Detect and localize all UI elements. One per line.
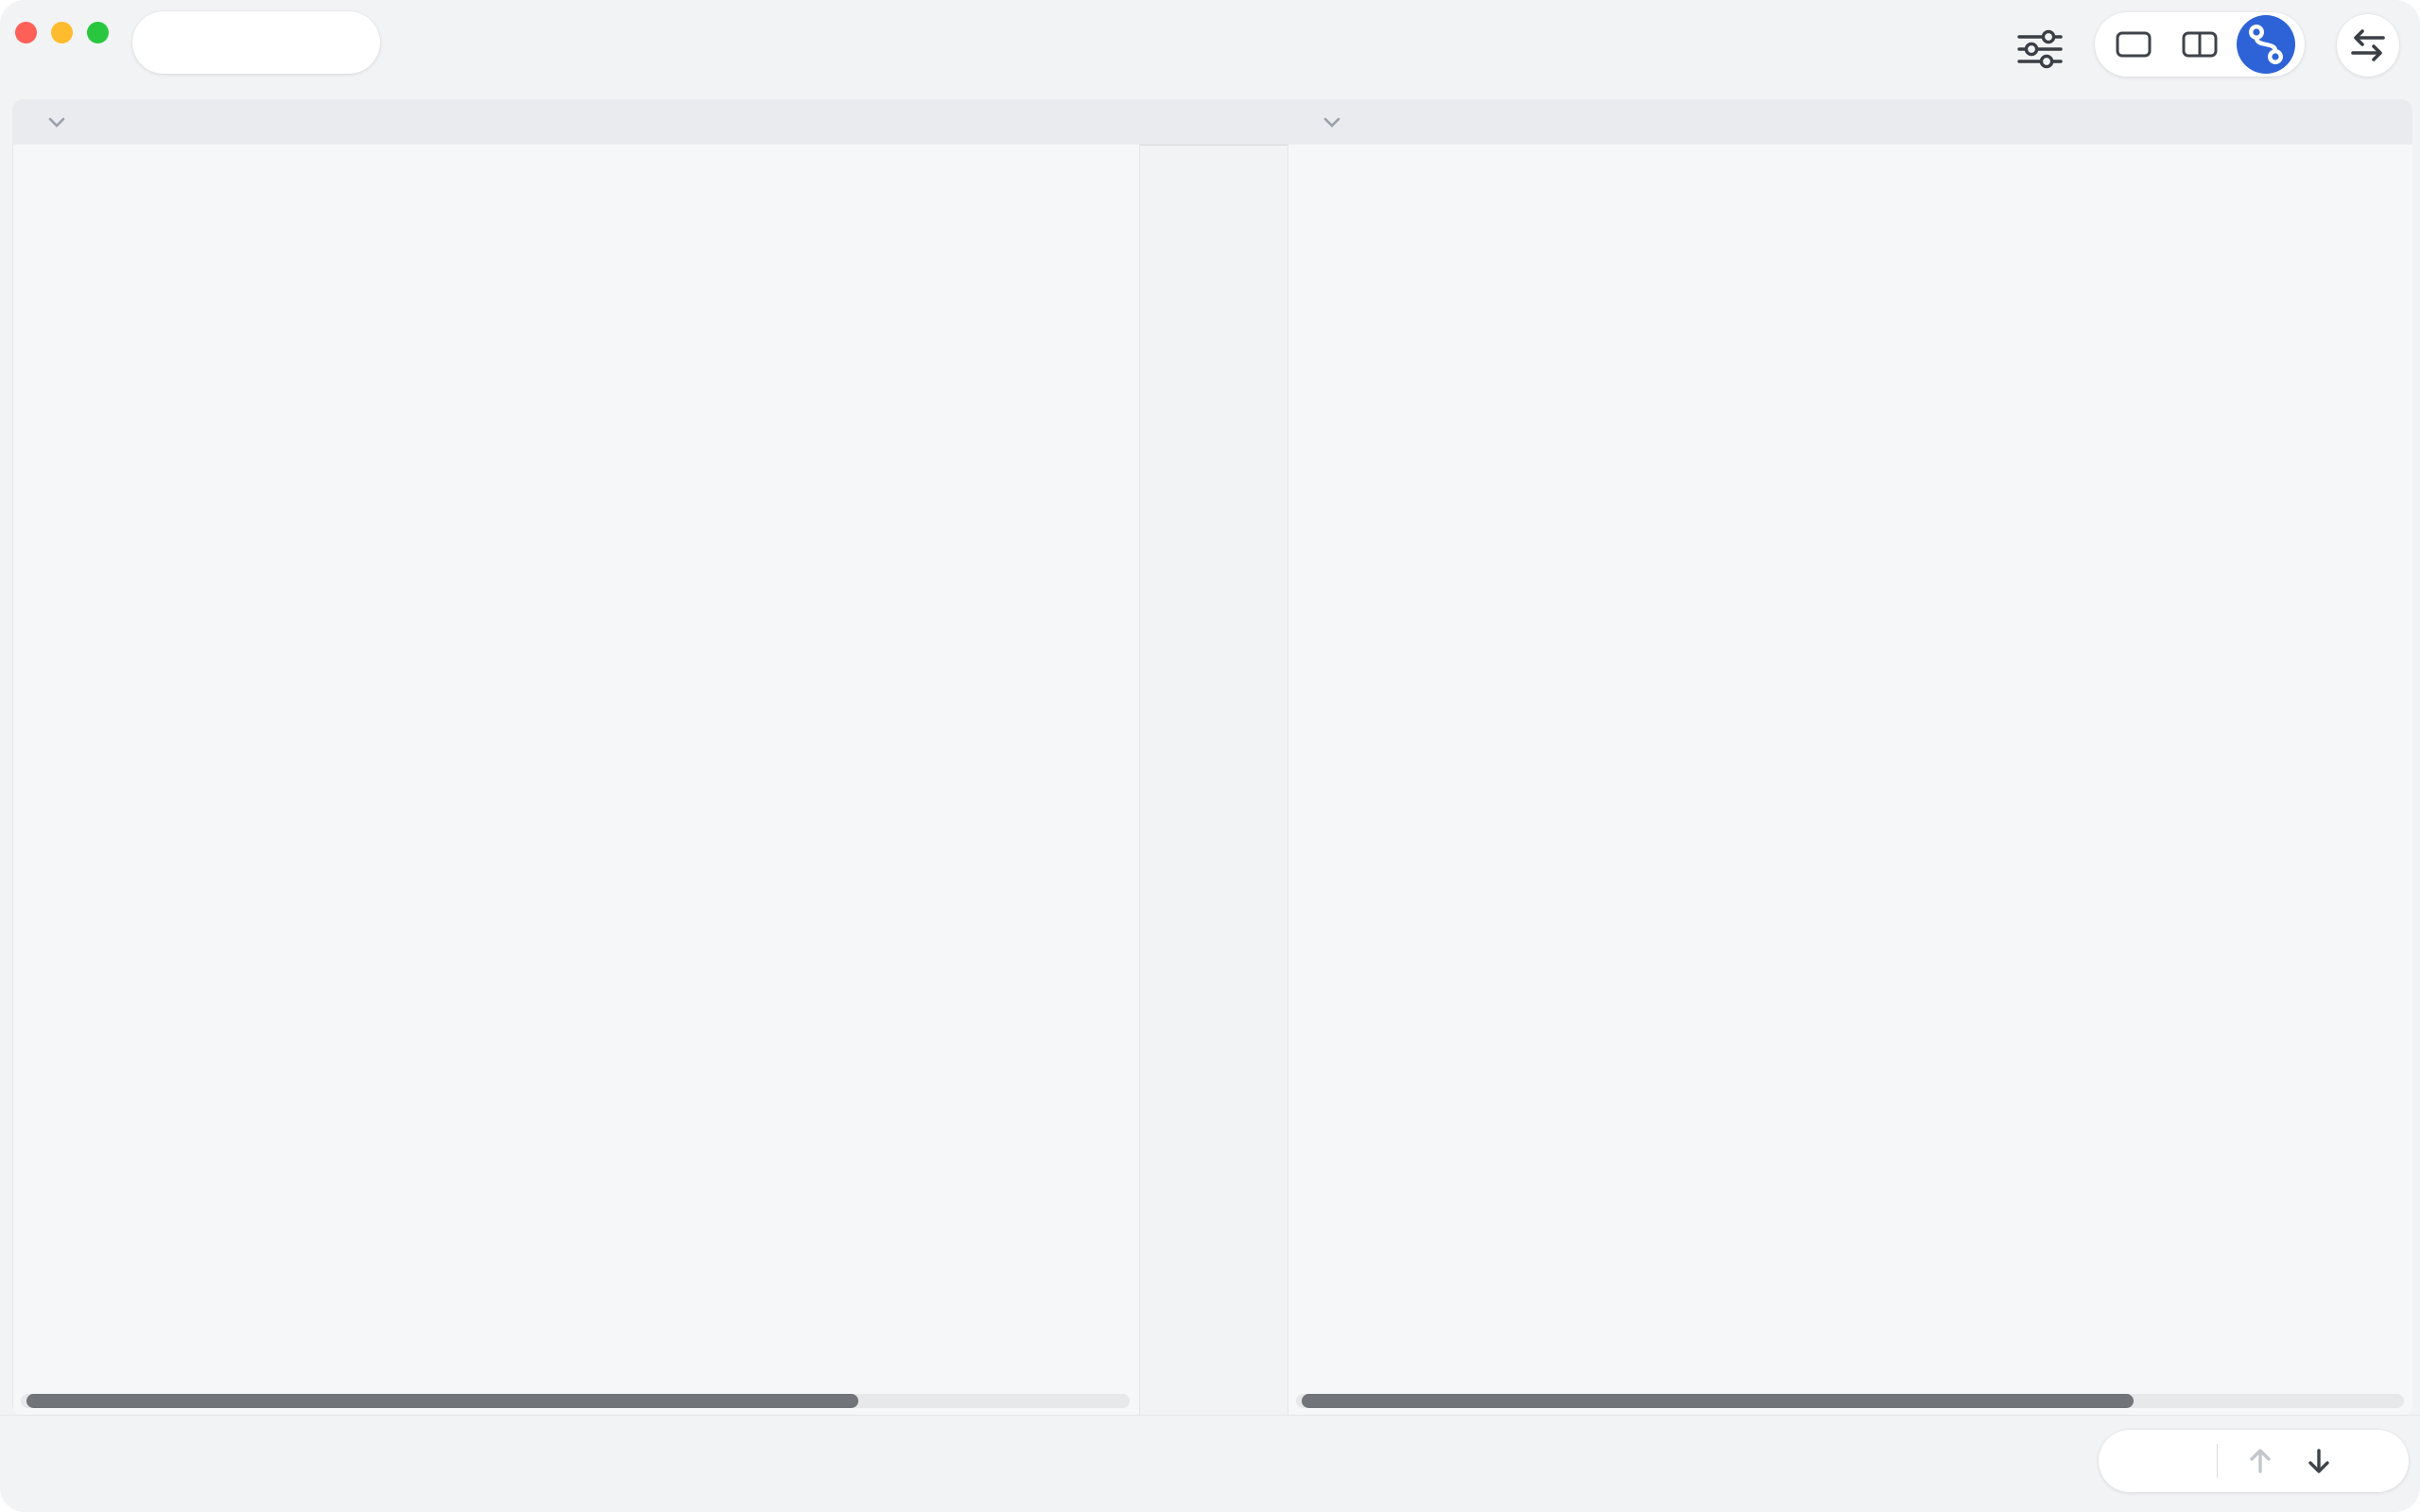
sliders-icon (2015, 25, 2065, 74)
before-code-pane[interactable] (12, 145, 1140, 1416)
split-pane-icon (2182, 30, 2218, 59)
single-pane-icon (2116, 30, 2152, 59)
window-controls (15, 22, 109, 43)
left-scrollbar-thumb[interactable] (26, 1394, 858, 1408)
close-window-icon[interactable] (15, 22, 37, 43)
chevron-down-icon (48, 117, 65, 128)
arrow-down-icon (2303, 1445, 2335, 1477)
minimize-window-icon[interactable] (51, 22, 73, 43)
pane-headers (12, 99, 2412, 146)
app-window (0, 0, 2420, 1512)
left-file-header[interactable] (39, 99, 65, 145)
title-pill (132, 11, 380, 74)
swap-sides-button[interactable] (2337, 14, 2399, 77)
diff-content-card (12, 99, 2412, 1416)
previous-change-button[interactable] (2231, 1432, 2290, 1490)
linked-diff-view-button[interactable] (2233, 12, 2299, 77)
divider (2217, 1444, 2218, 1478)
swap-arrows-icon (2347, 26, 2389, 64)
right-scrollbar-thumb[interactable] (1302, 1394, 2134, 1408)
single-pane-view-button[interactable] (2100, 12, 2167, 77)
view-mode-segmented-control (2095, 12, 2305, 77)
changes-navigator (2099, 1430, 2409, 1492)
left-horizontal-scrollbar[interactable] (21, 1394, 1130, 1408)
after-code-pane[interactable] (1288, 145, 2412, 1416)
linked-diff-icon (2237, 15, 2295, 74)
chevron-down-icon (1323, 117, 1340, 128)
split-pane-view-button[interactable] (2167, 12, 2233, 77)
right-file-header[interactable] (1314, 99, 1340, 145)
arrow-up-icon (2244, 1445, 2276, 1477)
right-horizontal-scrollbar[interactable] (1296, 1394, 2404, 1408)
diff-connectors (1133, 145, 1292, 1416)
filter-button[interactable] (2015, 25, 2065, 74)
footer-bar (0, 1415, 2420, 1512)
next-change-button[interactable] (2290, 1432, 2348, 1490)
zoom-window-icon[interactable] (87, 22, 109, 43)
linked-diff-selected-badge (2237, 15, 2295, 74)
